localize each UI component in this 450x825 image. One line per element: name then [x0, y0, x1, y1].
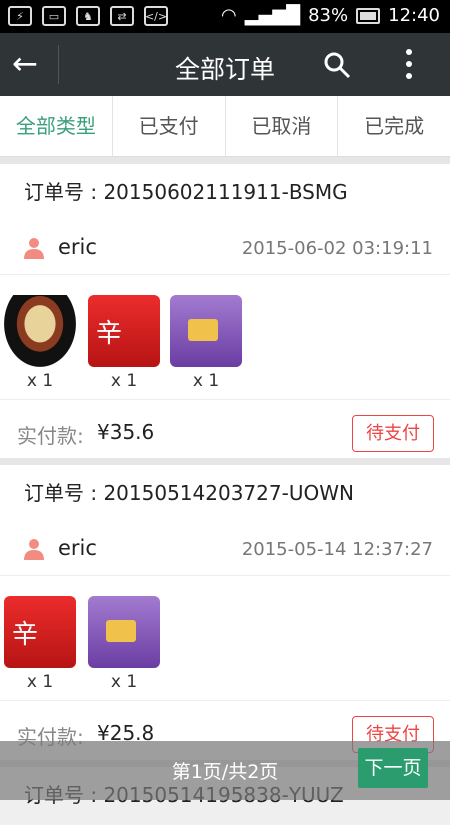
product-list: x 1 x 1	[0, 576, 450, 701]
notification-icon: ♞	[76, 6, 100, 26]
product-qty: x 1	[26, 672, 54, 692]
order-date: 2015-06-02 03:19:11	[241, 238, 433, 259]
clock: 12:40	[388, 5, 440, 26]
tab-cancelled[interactable]: 已取消	[226, 96, 339, 156]
product-item[interactable]: x 1	[88, 596, 160, 692]
order-type-tabs: 全部类型 已支付 已取消 已完成	[0, 96, 450, 157]
payment-row: 实付款: ¥35.6 待支付	[0, 400, 450, 466]
product-image	[4, 596, 76, 668]
page-title: 全部订单	[174, 55, 275, 84]
user-icon	[24, 238, 44, 259]
product-qty: x 1	[26, 371, 54, 391]
paid-amount-label: 实付款:	[17, 424, 84, 448]
product-qty: x 1	[192, 371, 220, 391]
product-item[interactable]: x 1	[4, 596, 76, 692]
next-page-button[interactable]: 下一页	[358, 748, 428, 788]
signal-icon: ▂▄▆█	[244, 5, 301, 26]
product-qty: x 1	[110, 371, 138, 391]
notification-icons: ⚡ ▭ ♞ ⇄ </>	[8, 6, 168, 26]
user-row: eric 2015-05-14 12:37:27	[0, 523, 450, 576]
tab-paid[interactable]: 已支付	[113, 96, 226, 156]
product-image	[4, 295, 76, 367]
order-date: 2015-05-14 12:37:27	[241, 539, 433, 560]
product-image	[88, 596, 160, 668]
order-number: 订单号 : 20150514203727-UOWN	[24, 481, 354, 505]
status-bar: ⚡ ▭ ♞ ⇄ </> ◠ ▂▄▆█ 83% 12:40	[0, 0, 450, 33]
wifi-icon: ◠	[221, 5, 237, 26]
product-item[interactable]: x 1	[170, 295, 242, 391]
product-item[interactable]: x 1	[4, 295, 76, 391]
order-card[interactable]: 订单号 : 20150514203727-UOWN eric 2015-05-1…	[0, 458, 450, 761]
user-name: eric	[58, 536, 97, 560]
paid-amount: ¥35.6	[97, 420, 155, 444]
user-row: eric 2015-06-02 03:19:11	[0, 222, 450, 275]
code-icon: </>	[144, 6, 168, 26]
product-item[interactable]: x 1	[88, 295, 160, 391]
battery-percent: 83%	[308, 5, 349, 26]
order-number: 订单号 : 20150602111911-BSMG	[24, 180, 348, 204]
product-image	[88, 295, 160, 367]
product-list: x 1 x 1 x 1	[0, 275, 450, 400]
tab-completed[interactable]: 已完成	[338, 96, 450, 156]
notification-icon: ▭	[42, 6, 66, 26]
user-icon	[24, 539, 44, 560]
order-card[interactable]: 订单号 : 20150602111911-BSMG eric 2015-06-0…	[0, 157, 450, 460]
pagination-bar: 第1页/共2页 下一页	[0, 741, 450, 800]
battery-icon	[356, 7, 381, 24]
more-options-icon[interactable]	[404, 46, 414, 82]
app-bar: ← 全部订单	[0, 33, 450, 96]
sync-icon: ⇄	[110, 6, 134, 26]
search-icon[interactable]	[323, 51, 351, 79]
notification-icon: ⚡	[8, 6, 32, 26]
product-image	[170, 295, 242, 367]
tab-all-types[interactable]: 全部类型	[0, 96, 113, 156]
pending-payment-button[interactable]: 待支付	[352, 415, 434, 452]
product-qty: x 1	[110, 672, 138, 692]
user-name: eric	[58, 235, 97, 259]
